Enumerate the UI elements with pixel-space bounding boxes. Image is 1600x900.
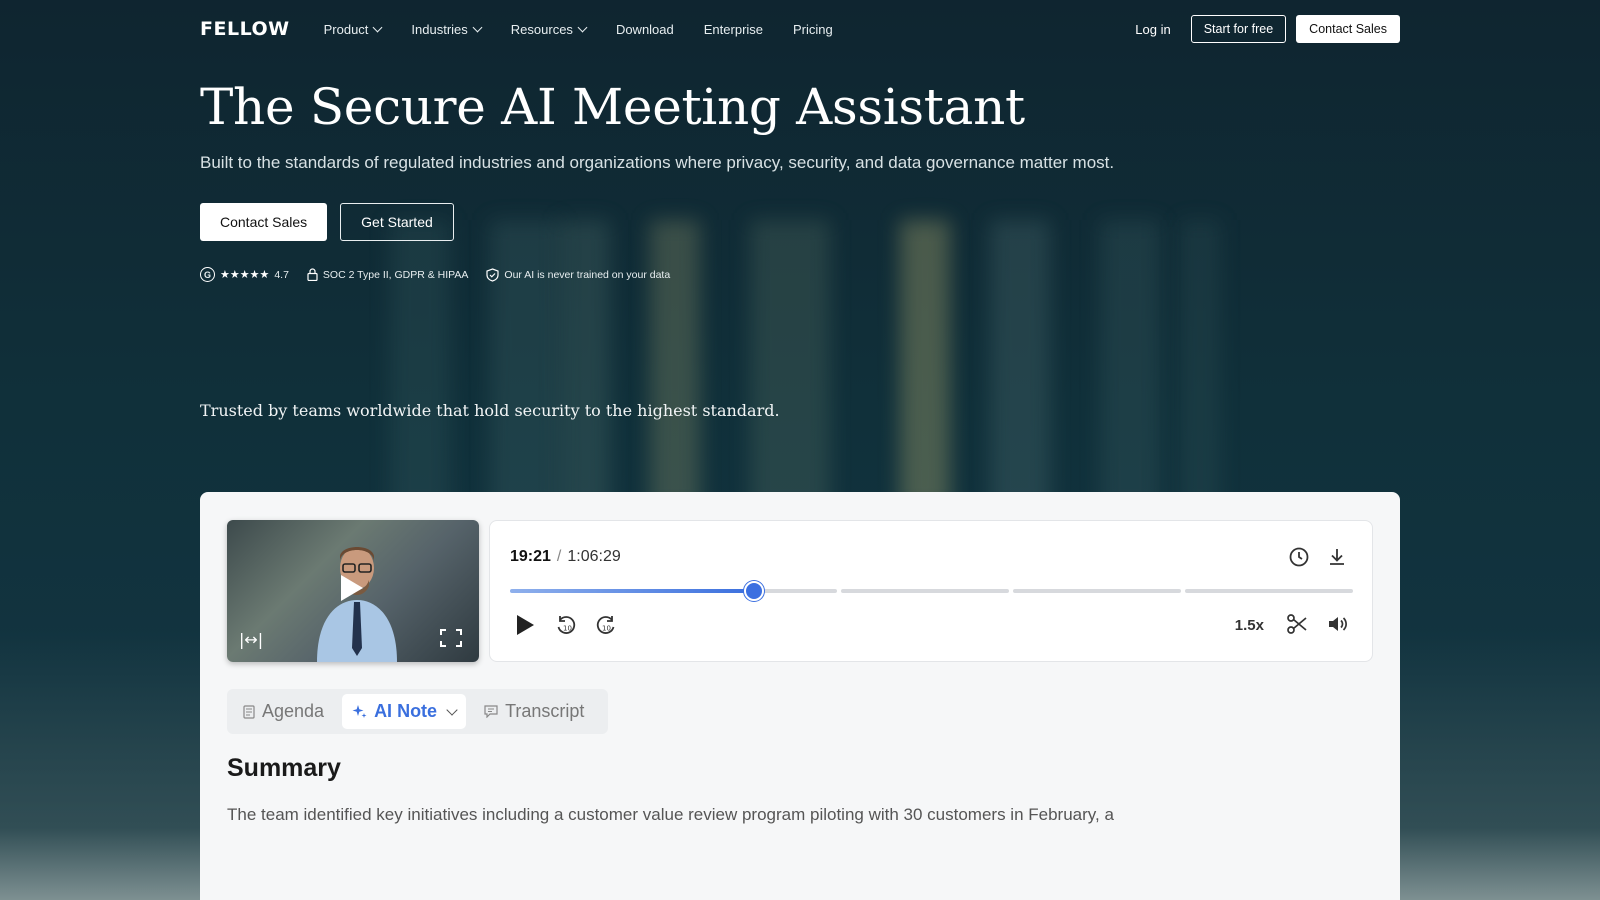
document-icon	[243, 704, 255, 719]
play-icon[interactable]	[514, 613, 536, 637]
contact-sales-button[interactable]: Contact Sales	[200, 203, 328, 241]
svg-text:10: 10	[563, 625, 572, 633]
total-duration: 1:06:29	[567, 548, 621, 565]
nav-item-enterprise[interactable]: Enterprise	[704, 22, 763, 37]
ai-privacy-text: Our AI is never trained on your data	[504, 268, 671, 281]
tab-label: Transcript	[505, 701, 585, 721]
nav-item-resources[interactable]: Resources	[510, 21, 588, 37]
nav-item-label: Resources	[510, 21, 573, 37]
time-separator: /	[556, 548, 562, 565]
hero-title: The Secure AI Meeting Assistant	[200, 78, 1025, 136]
sparkle-icon	[352, 705, 367, 718]
rating-value: 4.7	[274, 268, 289, 281]
progress-segment	[1185, 589, 1353, 593]
chat-icon	[484, 705, 498, 718]
nav-item-product[interactable]: Product	[323, 21, 383, 37]
svg-text:10: 10	[602, 625, 611, 633]
current-time: 19:21	[510, 548, 551, 565]
progress-fill	[510, 589, 755, 593]
rating-stars-icon: ★★★★★	[220, 269, 270, 281]
summary-text: The team identified key initiatives incl…	[227, 805, 1114, 824]
nav-item-label: Pricing	[793, 21, 833, 37]
tab-label: AI Note	[374, 701, 438, 721]
shield-check-icon	[486, 267, 500, 282]
progress-track[interactable]	[510, 581, 1353, 601]
compliance-badge: SOC 2 Type II, GDPR & HIPAA	[307, 268, 469, 281]
login-link[interactable]: Log in	[1135, 22, 1170, 37]
tab-agenda[interactable]: Agenda	[233, 694, 334, 729]
chevron-down-icon	[372, 22, 383, 32]
nav-item-industries[interactable]: Industries	[411, 21, 483, 37]
playback-speed[interactable]: 1.5x	[1235, 617, 1264, 634]
playback-time: 19:21 / 1:06:29	[510, 548, 621, 566]
progress-segment	[841, 589, 1009, 593]
summary-heading: Summary	[227, 754, 341, 782]
chevron-down-icon	[472, 22, 483, 32]
nav-contact-sales-button[interactable]: Contact Sales	[1296, 15, 1400, 43]
ai-privacy-badge: Our AI is never trained on your data	[486, 267, 671, 282]
start-free-button[interactable]: Start for free	[1190, 15, 1287, 43]
nav-item-pricing[interactable]: Pricing	[793, 22, 833, 37]
get-started-button[interactable]: Get Started	[340, 203, 454, 241]
progress-segment	[1013, 589, 1181, 593]
clock-icon[interactable]	[1288, 546, 1310, 568]
trusted-tagline: Trusted by teams worldwide that hold sec…	[200, 401, 780, 420]
scissors-icon[interactable]	[1286, 613, 1308, 635]
lock-icon	[307, 268, 318, 281]
progress-segment	[758, 589, 837, 593]
volume-icon[interactable]	[1326, 613, 1350, 635]
tab-transcript[interactable]: Transcript	[474, 694, 594, 729]
g2-logo-icon: G	[200, 267, 215, 282]
expand-width-icon[interactable]: |↔|	[239, 630, 263, 649]
play-overlay-icon[interactable]	[341, 575, 363, 601]
trust-badges: G ★★★★★ 4.7 SOC 2 Type II, GDPR & HIPAA …	[200, 267, 670, 282]
compliance-text: SOC 2 Type II, GDPR & HIPAA	[322, 268, 469, 281]
video-thumbnail[interactable]: |↔|	[227, 520, 479, 662]
nav-actions: Log in Start for free Contact Sales	[1135, 15, 1400, 43]
nav-item-label: Enterprise	[703, 21, 764, 37]
nav-item-download[interactable]: Download	[616, 22, 674, 37]
nav-item-label: Industries	[411, 21, 468, 37]
progress-thumb[interactable]	[744, 581, 765, 601]
audio-player: 19:21 / 1:06:29 10 10 1.5x	[489, 520, 1373, 662]
tab-ai-note[interactable]: AI Note	[342, 694, 467, 729]
hero-subtitle: Built to the standards of regulated indu…	[200, 153, 1115, 172]
chevron-down-icon[interactable]	[446, 703, 458, 716]
note-tabs: Agenda AI Note Transcript	[227, 689, 608, 734]
nav-item-label: Download	[615, 21, 674, 37]
product-demo-card: |↔| 19:21 / 1:06:29 10 10 1.5x Agenda AI N…	[200, 492, 1400, 900]
download-icon[interactable]	[1326, 546, 1348, 568]
nav-item-label: Product	[323, 21, 369, 37]
forward-10-icon[interactable]: 10	[594, 613, 618, 637]
fellow-logo[interactable]: FELLOW	[200, 18, 290, 40]
chevron-down-icon	[577, 22, 588, 32]
tab-label: Agenda	[262, 701, 325, 721]
g2-rating-badge: G ★★★★★ 4.7	[200, 267, 289, 282]
fullscreen-icon[interactable]	[439, 628, 463, 648]
rewind-10-icon[interactable]: 10	[554, 613, 578, 637]
hero-cta-row: Contact Sales Get Started	[200, 203, 454, 241]
top-nav: FELLOW Product Industries Resources Down…	[0, 0, 1600, 58]
